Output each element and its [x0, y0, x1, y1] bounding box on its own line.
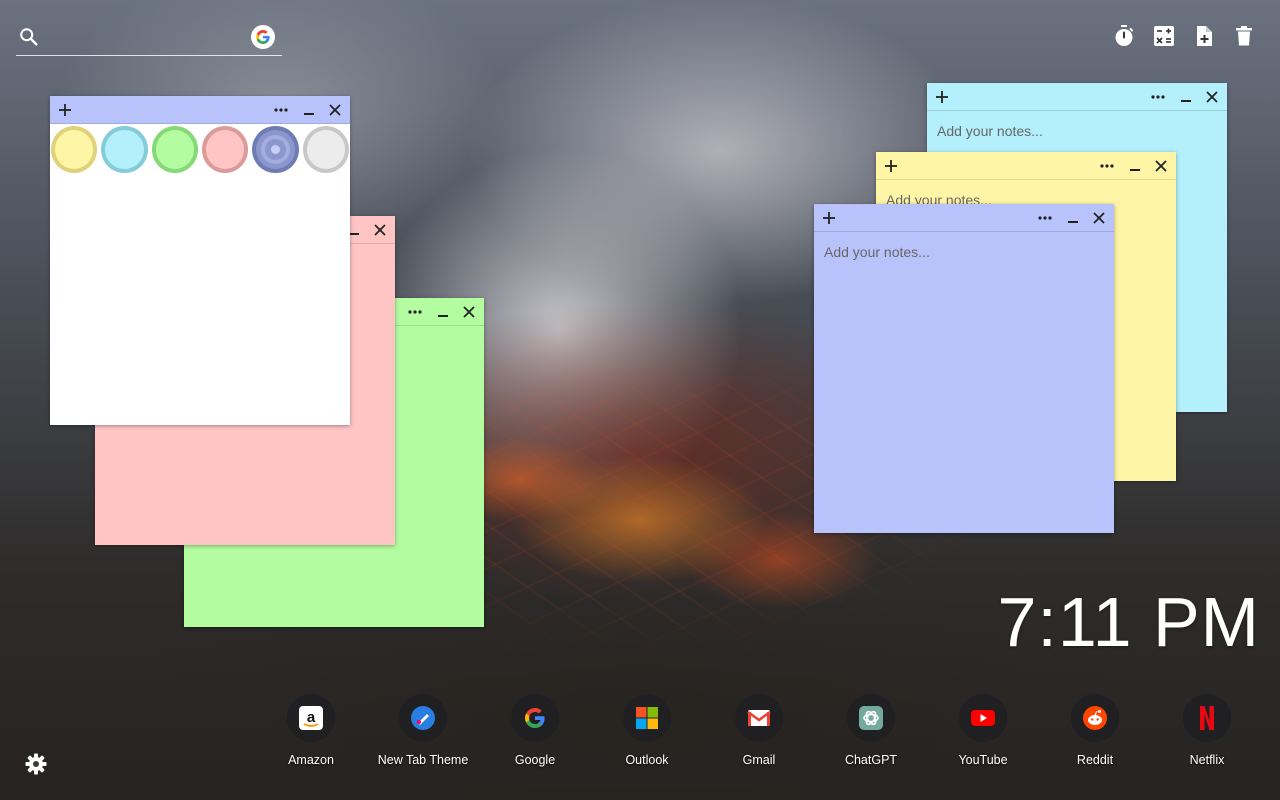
- top-toolbar: [1112, 24, 1256, 48]
- netflix-icon: [1183, 694, 1231, 742]
- minimize-icon[interactable]: [298, 96, 320, 124]
- search-icon[interactable]: [18, 26, 40, 48]
- note-titlebar[interactable]: [927, 83, 1227, 111]
- shortcut-reddit[interactable]: Reddit: [1039, 694, 1151, 767]
- more-options-icon[interactable]: [270, 96, 292, 124]
- new-note-icon[interactable]: [1192, 24, 1216, 48]
- youtube-icon: [959, 694, 1007, 742]
- shortcut-label: Google: [514, 753, 556, 767]
- add-note-icon[interactable]: [54, 96, 76, 124]
- search-input[interactable]: [50, 24, 240, 50]
- timer-icon[interactable]: [1112, 24, 1136, 48]
- shortcut-label: Gmail: [742, 753, 776, 767]
- color-swatch-blue[interactable]: [252, 126, 299, 173]
- svg-text:a: a: [307, 709, 316, 726]
- minimize-icon[interactable]: [1062, 204, 1084, 232]
- reddit-icon: [1071, 694, 1119, 742]
- add-note-icon[interactable]: [818, 204, 840, 232]
- google-icon: [511, 694, 559, 742]
- note-titlebar[interactable]: [814, 204, 1114, 232]
- shortcut-label: Amazon: [288, 753, 334, 767]
- amazon-icon: a: [287, 694, 335, 742]
- gear-icon[interactable]: [24, 752, 48, 776]
- close-icon[interactable]: [324, 96, 346, 124]
- close-icon[interactable]: [1150, 152, 1172, 180]
- minimize-icon[interactable]: [1175, 83, 1197, 111]
- shortcut-outlook[interactable]: Outlook: [591, 694, 703, 767]
- color-swatch-green[interactable]: [151, 126, 198, 173]
- color-swatch-cyan[interactable]: [101, 126, 148, 173]
- color-swatch-gray[interactable]: [302, 126, 349, 173]
- note-titlebar[interactable]: [50, 96, 350, 124]
- shortcut-gmail[interactable]: Gmail: [703, 694, 815, 767]
- more-options-icon[interactable]: [1147, 83, 1169, 111]
- sticky-note-white[interactable]: [50, 96, 350, 425]
- new-tab-theme-icon: [399, 694, 447, 742]
- shortcut-youtube[interactable]: YouTube: [927, 694, 1039, 767]
- minimize-icon[interactable]: [1124, 152, 1146, 180]
- shortcut-new-tab-theme[interactable]: New Tab Theme: [367, 694, 479, 767]
- chatgpt-icon: [847, 694, 895, 742]
- color-swatch-pink[interactable]: [201, 126, 249, 173]
- google-g-icon[interactable]: [251, 25, 275, 49]
- shortcut-label: YouTube: [958, 753, 1008, 767]
- close-icon[interactable]: [1201, 83, 1223, 111]
- shortcut-netflix[interactable]: Netflix: [1151, 694, 1263, 767]
- shortcut-label: ChatGPT: [844, 753, 898, 767]
- shortcut-amazon[interactable]: a Amazon: [255, 694, 367, 767]
- note-textarea[interactable]: [824, 244, 1104, 521]
- close-icon[interactable]: [458, 298, 480, 326]
- close-icon[interactable]: [369, 216, 391, 244]
- more-options-icon[interactable]: [1096, 152, 1118, 180]
- sticky-note-blue[interactable]: [814, 204, 1114, 533]
- more-options-icon[interactable]: [1034, 204, 1056, 232]
- shortcut-google[interactable]: Google: [479, 694, 591, 767]
- color-swatch-yellow[interactable]: [51, 126, 98, 173]
- shortcut-label: Netflix: [1189, 753, 1225, 767]
- note-titlebar[interactable]: [876, 152, 1176, 180]
- add-note-icon[interactable]: [880, 152, 902, 180]
- shortcut-chatgpt[interactable]: ChatGPT: [815, 694, 927, 767]
- trash-icon[interactable]: [1232, 24, 1256, 48]
- minimize-icon[interactable]: [432, 298, 454, 326]
- gmail-icon: [735, 694, 783, 742]
- shortcuts-dock: a Amazon New Tab Theme Google Outlook Gm…: [255, 694, 1263, 767]
- outlook-icon: [623, 694, 671, 742]
- close-icon[interactable]: [1088, 204, 1110, 232]
- shortcut-label: New Tab Theme: [377, 753, 469, 767]
- calculator-icon[interactable]: [1152, 24, 1176, 48]
- shortcut-label: Outlook: [625, 753, 669, 767]
- color-palette: [50, 124, 350, 175]
- search-bar: [16, 20, 282, 56]
- clock: 7:11 PM: [997, 583, 1260, 661]
- more-options-icon[interactable]: [404, 298, 426, 326]
- add-note-icon[interactable]: [931, 83, 953, 111]
- note-body: [814, 232, 1114, 533]
- shortcut-label: Reddit: [1076, 753, 1114, 767]
